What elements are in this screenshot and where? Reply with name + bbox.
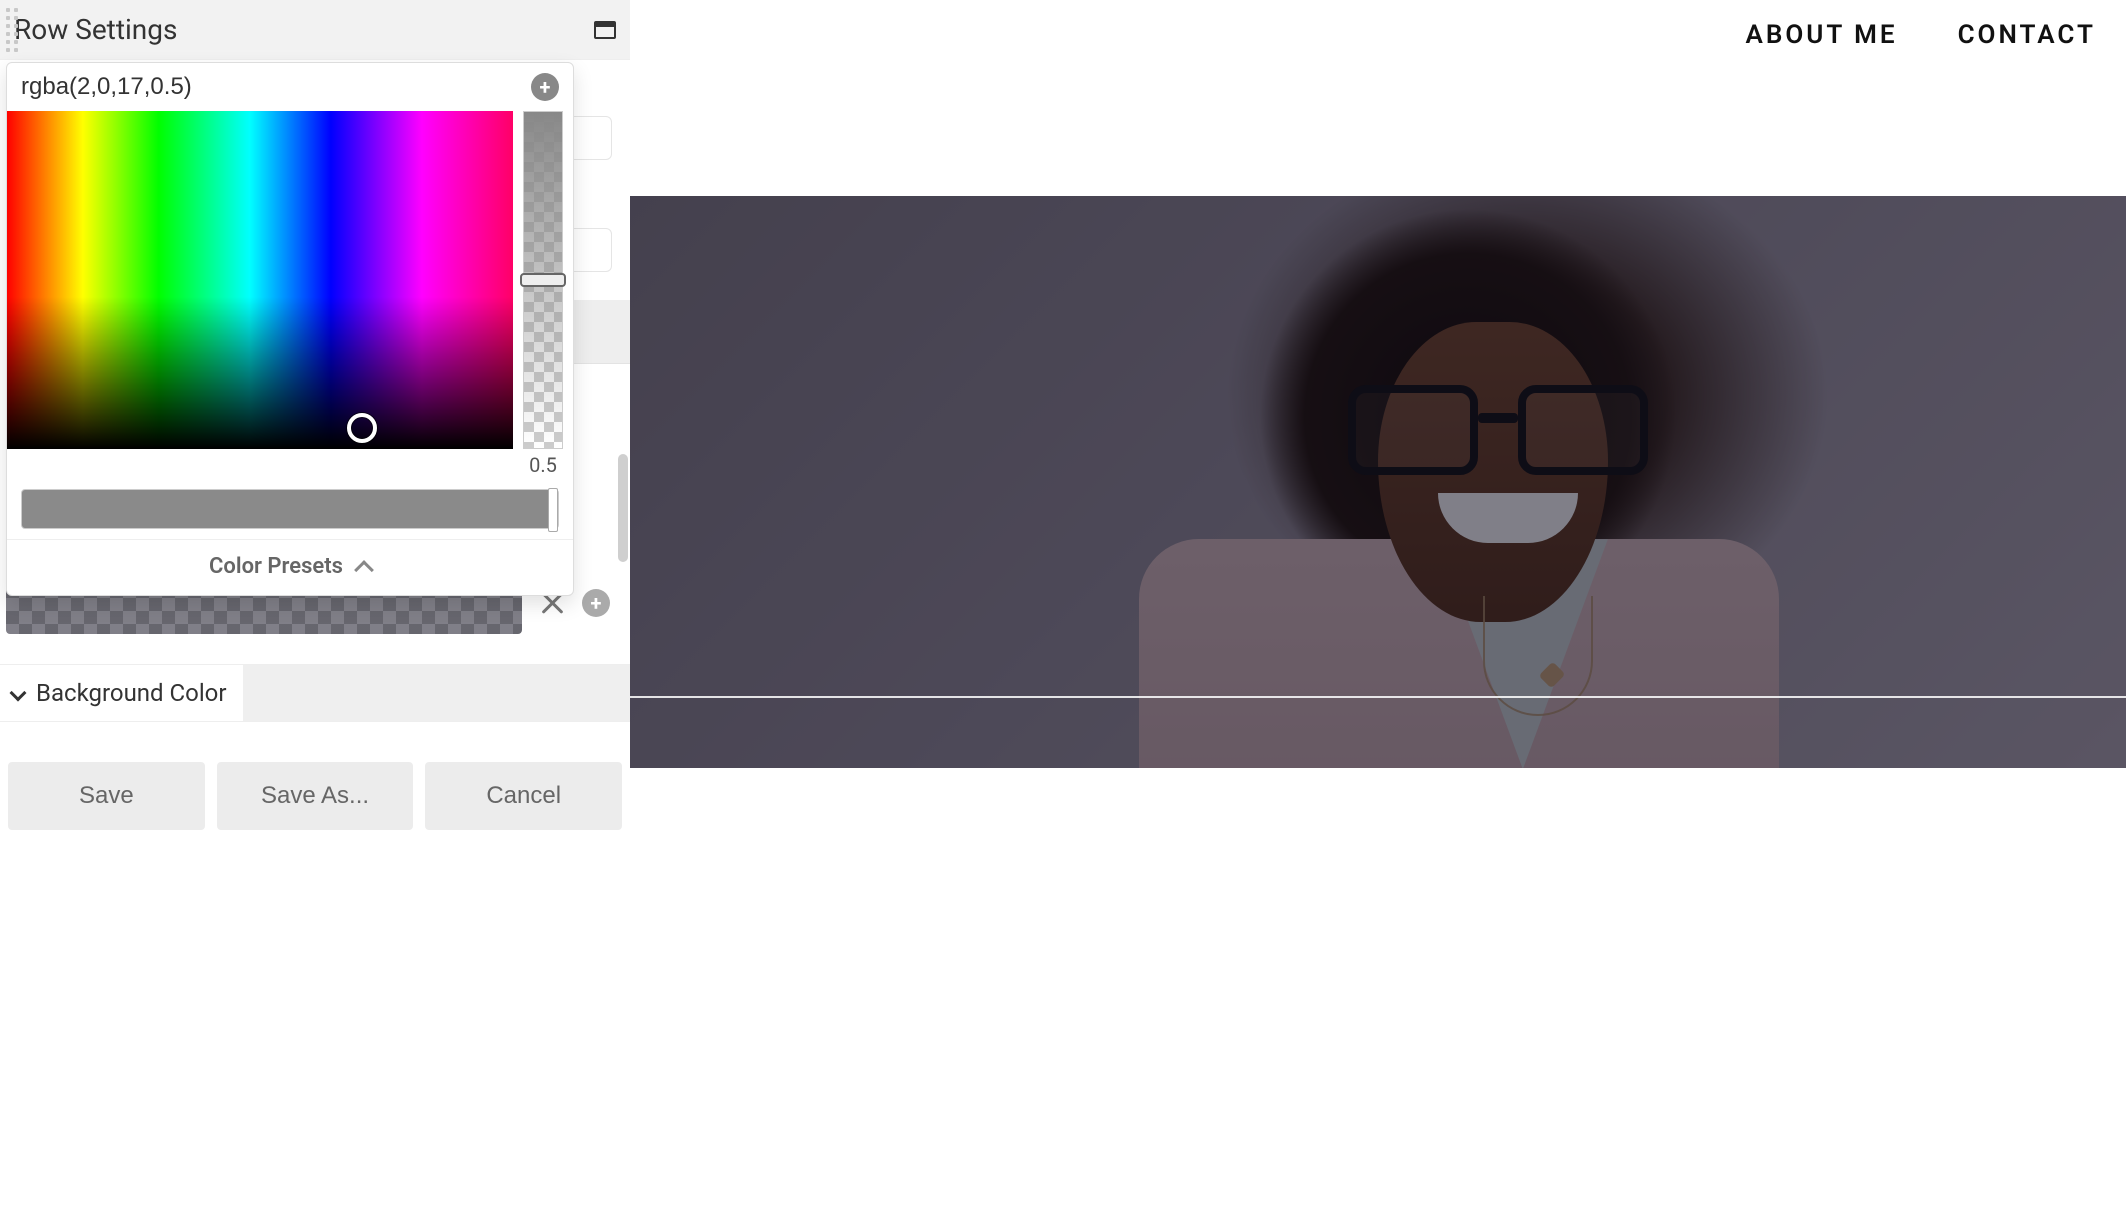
chevron-down-icon <box>10 685 27 702</box>
hidden-control-2[interactable] <box>568 228 612 272</box>
spectrum-cursor[interactable] <box>347 413 377 443</box>
nav-contact-link[interactable]: CONTACT <box>1958 20 2096 50</box>
picker-area: 0.5 <box>7 111 573 481</box>
panel-header[interactable]: Row Settings <box>0 0 630 60</box>
color-presets-toggle[interactable]: Color Presets <box>7 539 573 595</box>
panel-title: Row Settings <box>14 13 594 46</box>
hue-row <box>7 481 573 539</box>
preview-color-overlay <box>630 196 2126 768</box>
background-color-section[interactable]: Background Color <box>0 664 630 722</box>
hue-slider[interactable] <box>21 489 559 529</box>
plus-icon: + <box>540 75 551 99</box>
maximize-icon[interactable] <box>594 21 616 39</box>
color-presets-label: Color Presets <box>209 554 343 579</box>
hue-thumb[interactable] <box>548 488 558 532</box>
panel-scrollbar[interactable] <box>618 454 628 562</box>
hidden-control-1[interactable] <box>568 116 612 160</box>
top-nav: ABOUT ME CONTACT <box>1745 0 2126 70</box>
section-tab-strip <box>243 665 631 721</box>
color-value-input[interactable] <box>21 73 531 101</box>
color-picker-popup: + 0.5 Color Presets <box>6 62 574 596</box>
panel-footer: Save Save As... Cancel <box>0 756 630 836</box>
alpha-thumb[interactable] <box>520 273 566 287</box>
alpha-value-label: 0.5 <box>529 453 557 477</box>
add-color-icon[interactable]: + <box>582 589 610 617</box>
cancel-button[interactable]: Cancel <box>425 762 622 830</box>
panel-side-strip <box>568 300 630 364</box>
alpha-slider[interactable] <box>523 111 563 449</box>
alpha-column: 0.5 <box>523 111 563 477</box>
chevron-up-icon <box>354 560 374 580</box>
add-preset-button[interactable]: + <box>531 73 559 101</box>
color-input-row: + <box>7 63 573 111</box>
nav-about-link[interactable]: ABOUT ME <box>1745 20 1897 50</box>
row-settings-panel: Row Settings + Background Color Save Sav… <box>0 0 630 60</box>
save-button[interactable]: Save <box>8 762 205 830</box>
save-as-button[interactable]: Save As... <box>217 762 414 830</box>
background-color-label: Background Color <box>36 679 227 707</box>
preview-divider <box>630 696 2126 698</box>
drag-handle-icon[interactable] <box>6 8 18 52</box>
color-spectrum[interactable] <box>7 111 513 449</box>
page-preview <box>630 196 2126 768</box>
